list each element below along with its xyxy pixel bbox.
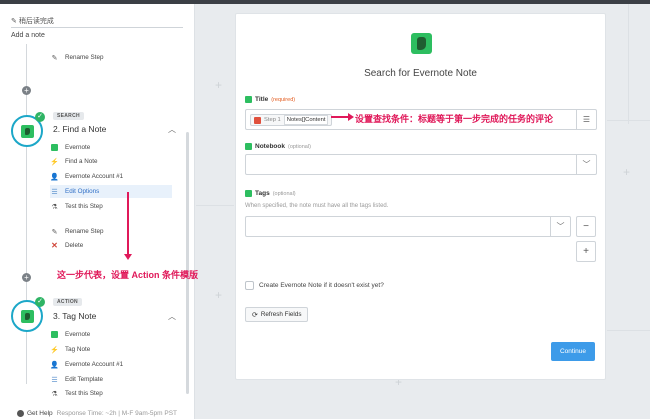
insert-field-icon[interactable]: ☰ [576,110,596,129]
delete-x-icon: ✕ [51,241,58,250]
evernote-icon [245,143,252,150]
chevron-down-icon[interactable]: ﹀ [576,155,596,174]
zap-name[interactable]: ✎ 稍后读完成 [11,16,54,26]
step3-check-icon: ✓ [35,297,45,307]
sidebar-scrollbar[interactable] [186,132,189,394]
step2-item-test[interactable]: ⚗ Test this Step [50,200,172,213]
step3-badge: ACTION [53,298,82,306]
zap-name-underline [11,27,183,28]
tags-help-text: When specified, the note must have all t… [245,203,389,209]
add-step-plus-icon[interactable]: + [22,273,31,282]
list-icon: ☰ [51,376,58,384]
canvas-plus-icon: + [215,78,223,92]
flask-icon: ⚗ [51,203,58,211]
bolt-icon: ⚡ [50,346,59,354]
canvas-line [196,205,234,206]
step2-delete[interactable]: ✕ Delete [50,239,172,252]
step2-collapse-chevron-up-icon[interactable]: ︿ [168,124,176,135]
annotation-arrow-right [331,113,354,121]
step-editor-card: Search for Evernote Note Title (required… [235,13,606,380]
chevron-down-icon[interactable]: ﹀ [550,217,570,236]
notebook-select[interactable]: ﹀ [245,154,597,175]
pencil-icon: ✎ [11,18,17,25]
add-step-plus-icon[interactable]: + [22,86,31,95]
tags-select[interactable]: ﹀ [245,216,571,237]
step3-collapse-chevron-up-icon[interactable]: ︿ [168,311,176,322]
remove-tag-button[interactable]: − [576,216,596,237]
get-help[interactable]: Get Help Response Time: ~2h | M-F 9am-5p… [17,410,177,417]
pencil-icon: ✎ [51,54,58,62]
step3-item-app[interactable]: Evernote [50,328,172,341]
card-title: Search for Evernote Note [364,68,477,79]
refresh-icon: ⟳ [252,311,258,319]
pencil-icon: ✎ [51,228,58,236]
evernote-icon [245,96,252,103]
canvas-plus-icon: + [623,165,631,179]
evernote-icon [51,144,58,151]
rename-step-top[interactable]: ✎ Rename Step [50,51,172,64]
user-icon: 👤 [50,173,59,181]
add-note-link[interactable]: Add a note [11,32,45,39]
annotation-title-note: 设置查找条件：标题等于第一步完成的任务的评论 [355,114,554,124]
user-icon: 👤 [50,361,59,369]
zap-name-text: 稍后读完成 [18,18,54,25]
step2-check-icon: ✓ [35,112,45,122]
evernote-logo-icon [411,33,432,54]
canvas-plus-icon: + [215,288,223,302]
sidebar: ✎ 稍后读完成 Add a note ✎ Rename Step + ✓ SEA… [0,4,195,419]
timeline-line [26,44,27,384]
annotation-step-note: 这一步代表，设置 Action 条件模版 [57,270,198,280]
annotation-arrow-down [124,192,132,260]
zapier-step-icon [254,116,261,124]
list-icon: ☰ [51,188,58,196]
add-tag-button[interactable]: + [576,241,596,262]
step2-title[interactable]: 2. Find a Note [53,124,106,134]
bolt-icon: ⚡ [50,158,59,166]
tags-field-label: Tags (optional) [245,190,296,197]
evernote-icon [21,125,34,138]
step3-item-test[interactable]: ⚗ Test this Step [50,387,172,400]
help-icon [17,410,24,417]
create-if-missing-row[interactable]: Create Evernote Note if it doesn't exist… [245,281,384,290]
continue-button[interactable]: Continue [551,342,595,361]
canvas-line [607,330,650,331]
canvas-line [628,4,629,124]
step3-item-account[interactable]: 👤 Evernote Account #1 [50,358,172,371]
evernote-icon [21,310,34,323]
title-field-label: Title (required) [245,96,295,103]
step2-rename-step[interactable]: ✎ Rename Step [50,225,172,238]
step3-title[interactable]: 3. Tag Note [53,311,96,321]
refresh-fields-button[interactable]: ⟳ Refresh Fields [245,307,309,322]
step2-item-account[interactable]: 👤 Evernote Account #1 [50,170,172,183]
step2-item-app[interactable]: Evernote [50,141,172,154]
notebook-field-label: Notebook (optional) [245,143,311,150]
evernote-icon [245,190,252,197]
step2-item-edit-options[interactable]: ☰ Edit Options [50,185,172,198]
step2-item-event[interactable]: ⚡ Find a Note [50,155,172,168]
evernote-icon [51,331,58,338]
step3-item-edit-template[interactable]: ☰ Edit Template [50,373,172,386]
step2-badge: SEARCH [53,112,84,120]
step3-item-event[interactable]: ⚡ Tag Note [50,343,172,356]
create-if-missing-checkbox[interactable] [245,281,254,290]
flask-icon: ⚗ [51,390,58,398]
title-token-pill[interactable]: Step 1 Notes[]Content [250,114,333,126]
